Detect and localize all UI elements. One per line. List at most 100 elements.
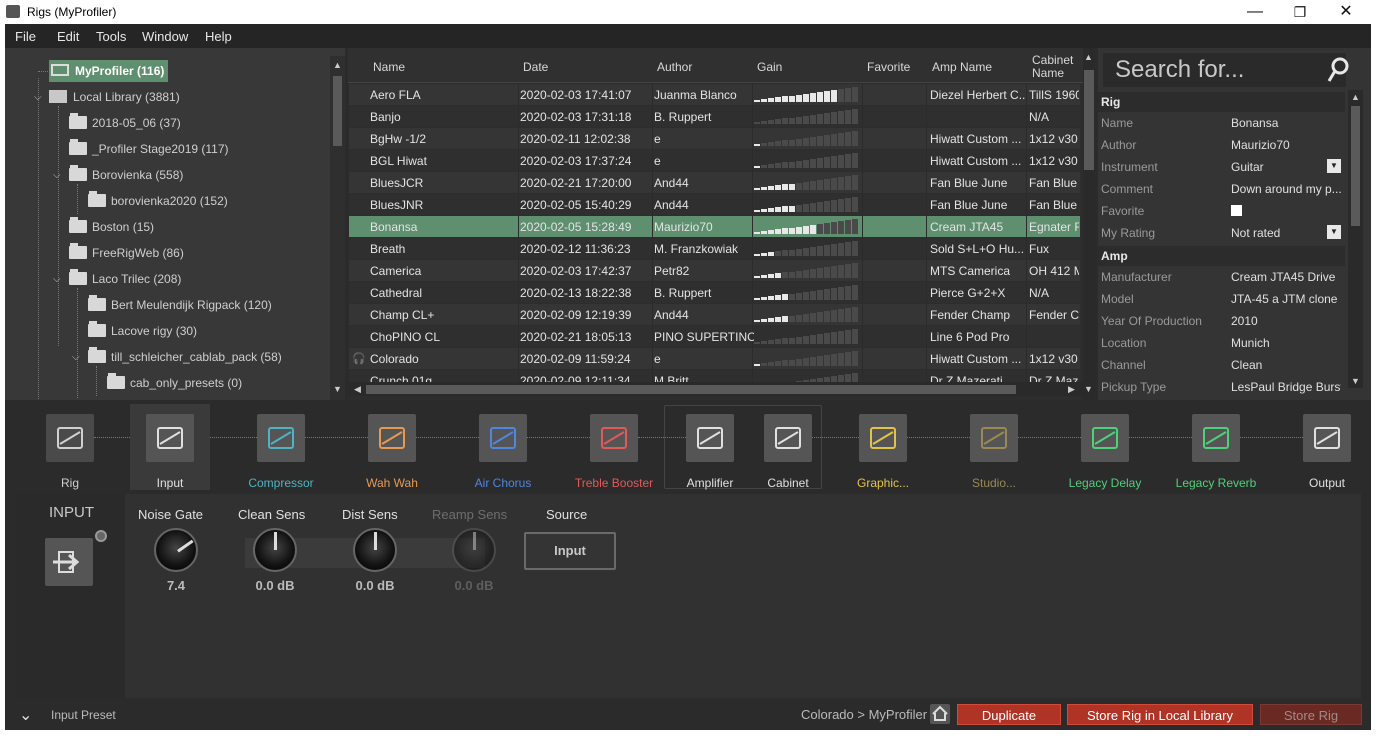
col-name[interactable]: Name	[373, 60, 405, 74]
chain-slot-legacy-delay[interactable]: Legacy Delay	[1065, 404, 1145, 490]
table-row[interactable]: BgHw -1/2 2020-02-11 12:02:38 e Hiwatt Cust…	[348, 128, 1080, 150]
tree-folder[interactable]: cab_only_presets (0)	[107, 372, 242, 394]
col-cabinet[interactable]: Cabinet	[1032, 53, 1073, 67]
prop-row[interactable]: My Rating Not rated ▼	[1098, 222, 1345, 244]
chain-slot-cabinet[interactable]: Cabinet	[748, 404, 828, 490]
chevron-down-icon[interactable]: ⌄	[19, 705, 32, 725]
tree-local-library[interactable]: Local Library (3881)	[49, 86, 180, 108]
chain-slot-studio[interactable]: Studio...	[954, 404, 1034, 490]
col-date[interactable]: Date	[523, 60, 548, 74]
chevron-down-icon[interactable]: ⌵	[72, 352, 80, 363]
tree-folder[interactable]: Borovienka (558)	[69, 164, 183, 186]
table-row[interactable]: Aero FLA 2020-02-03 17:41:07 Juanma Blanco…	[348, 84, 1080, 106]
chevron-down-icon[interactable]: ⌵	[34, 92, 42, 103]
clean-sens-knob[interactable]	[253, 528, 297, 572]
chain-slot-compressor[interactable]: Compressor	[241, 404, 321, 490]
prop-row[interactable]: Favorite	[1098, 200, 1345, 222]
store-rig-button[interactable]: Store Rig	[1260, 704, 1362, 725]
tree-folder[interactable]: _Profiler Stage2019 (117)	[69, 138, 229, 160]
table-row[interactable]: ChoPINO CL 2020-02-21 18:05:13 PINO SUPERT…	[348, 326, 1080, 348]
tree-folder[interactable]: FreeRigWeb (86)	[69, 242, 184, 264]
search-input[interactable]: Search for...	[1103, 53, 1346, 87]
menu-help[interactable]: Help	[205, 29, 232, 44]
section-amp[interactable]: Amp	[1098, 246, 1345, 266]
chevron-down-icon[interactable]: ⌵	[53, 274, 61, 285]
scroll-down-icon[interactable]: ▼	[1081, 382, 1095, 396]
section-rig[interactable]: Rig	[1098, 92, 1345, 112]
col-amp-name[interactable]: Amp Name	[932, 60, 992, 74]
prop-row[interactable]: Comment Down around my p...	[1098, 178, 1345, 200]
props-scrollbar[interactable]: ▲ ▼	[1348, 90, 1363, 388]
tree-folder[interactable]: till_schleicher_cablab_pack (58)	[88, 346, 282, 368]
hscroll-thumb[interactable]	[366, 385, 1016, 394]
prop-row[interactable]: Location Munich	[1098, 332, 1345, 354]
chain-slot-treble-booster[interactable]: Treble Booster	[574, 404, 654, 490]
dropdown-arrow-icon[interactable]: ▼	[1327, 225, 1341, 239]
table-row[interactable]: Bonansa 2020-02-05 15:28:49 Maurizio70 Crea…	[348, 216, 1080, 238]
chain-slot-wah-wah[interactable]: Wah Wah	[352, 404, 432, 490]
scroll-up-icon[interactable]: ▲	[1348, 90, 1363, 104]
table-row[interactable]: Breath 2020-02-12 11:36:23 M. Franzkowiak S…	[348, 238, 1080, 260]
table-hscrollbar[interactable]: ◀ ▶	[348, 382, 1083, 396]
power-icon[interactable]	[95, 530, 107, 542]
source-select[interactable]: Input	[524, 532, 616, 570]
table-row[interactable]: Champ CL+ 2020-02-09 12:19:39 And44 Fender …	[348, 304, 1080, 326]
prop-row[interactable]: Model JTA-45 a JTM clone	[1098, 288, 1345, 310]
minimize-button[interactable]: —	[1240, 2, 1270, 22]
tree-root-myprofiler[interactable]: MyProfiler (116)	[49, 60, 169, 82]
tree-folder[interactable]: Lacove rigy (30)	[88, 320, 197, 342]
tree-folder[interactable]: Laco Trilec (208)	[69, 268, 181, 290]
home-icon[interactable]	[930, 704, 950, 724]
chain-slot-air-chorus[interactable]: Air Chorus	[463, 404, 543, 490]
chain-slot-graphic[interactable]: Graphic...	[843, 404, 923, 490]
prop-row[interactable]: Instrument Guitar ▼	[1098, 156, 1345, 178]
scroll-down-icon[interactable]: ▼	[330, 382, 345, 396]
table-vscrollbar[interactable]: ▲ ▼	[1083, 48, 1095, 400]
menu-window[interactable]: Window	[142, 29, 188, 44]
col-favorite[interactable]: Favorite	[867, 60, 910, 74]
table-row[interactable]: Camerica 2020-02-03 17:42:37 Petr82 MTS Cam…	[348, 260, 1080, 282]
prop-row[interactable]: Name Bonansa	[1098, 112, 1345, 134]
chain-slot-rig[interactable]: Rig	[30, 404, 110, 490]
tree-scroll-thumb[interactable]	[333, 76, 342, 146]
tree-folder[interactable]: Bert Meulendijk Rigpack (120)	[88, 294, 272, 316]
table-row[interactable]: BluesJCR 2020-02-21 17:20:00 And44 Fan Blue…	[348, 172, 1080, 194]
chain-slot-input[interactable]: Input	[130, 404, 210, 490]
search-icon[interactable]	[1326, 56, 1350, 84]
noise-gate-knob[interactable]	[154, 528, 198, 572]
table-row[interactable]: BGL Hiwat 2020-02-03 17:37:24 e Hiwatt Cust…	[348, 150, 1080, 172]
store-local-button[interactable]: Store Rig in Local Library	[1067, 704, 1253, 725]
table-row[interactable]: BluesJNR 2020-02-05 15:40:29 And44 Fan Blue…	[348, 194, 1080, 216]
chain-slot-legacy-reverb[interactable]: Legacy Reverb	[1176, 404, 1256, 490]
chain-slot-output[interactable]: Output	[1287, 404, 1367, 490]
scroll-up-icon[interactable]: ▲	[1081, 50, 1095, 64]
props-scroll-thumb[interactable]	[1351, 106, 1360, 226]
maximize-button[interactable]: ❐	[1285, 2, 1315, 22]
input-module-icon[interactable]	[45, 538, 93, 586]
table-row[interactable]: Banjo 2020-02-03 17:31:18 B. Ruppert N/A	[348, 106, 1080, 128]
scroll-down-icon[interactable]: ▼	[1348, 374, 1363, 388]
menu-file[interactable]: File	[15, 29, 36, 44]
table-row[interactable]: Cathedral 2020-02-13 18:22:38 B. Ruppert Pi…	[348, 282, 1080, 304]
col-author[interactable]: Author	[657, 60, 692, 74]
tree-folder[interactable]: borovienka2020 (152)	[88, 190, 228, 212]
input-preset-label[interactable]: Input Preset	[51, 708, 116, 722]
reamp-sens-knob[interactable]	[452, 528, 496, 572]
dropdown-arrow-icon[interactable]: ▼	[1327, 159, 1341, 173]
favorite-checkbox[interactable]	[1231, 205, 1242, 216]
menu-tools[interactable]: Tools	[96, 29, 126, 44]
table-row[interactable]: 🎧 Colorado 2020-02-09 11:59:24 e Hiwatt Cust…	[348, 348, 1080, 370]
vscroll-thumb[interactable]	[1084, 70, 1094, 170]
tree-folder[interactable]: Boston (15)	[69, 216, 154, 238]
chevron-down-icon[interactable]: ⌵	[53, 170, 61, 181]
dist-sens-knob[interactable]	[353, 528, 397, 572]
duplicate-button[interactable]: Duplicate	[957, 704, 1061, 725]
prop-row[interactable]: Channel Clean	[1098, 354, 1345, 376]
scroll-left-icon[interactable]: ◀	[350, 382, 365, 396]
prop-row[interactable]: Year Of Production 2010	[1098, 310, 1345, 332]
tree-scrollbar[interactable]: ▲ ▼	[330, 56, 345, 400]
tree-folder[interactable]: 2018-05_06 (37)	[69, 112, 181, 134]
col-gain[interactable]: Gain	[757, 60, 782, 74]
prop-row[interactable]: Pickup Type LesPaul Bridge Burst	[1098, 376, 1345, 398]
prop-row[interactable]: Author Maurizio70	[1098, 134, 1345, 156]
